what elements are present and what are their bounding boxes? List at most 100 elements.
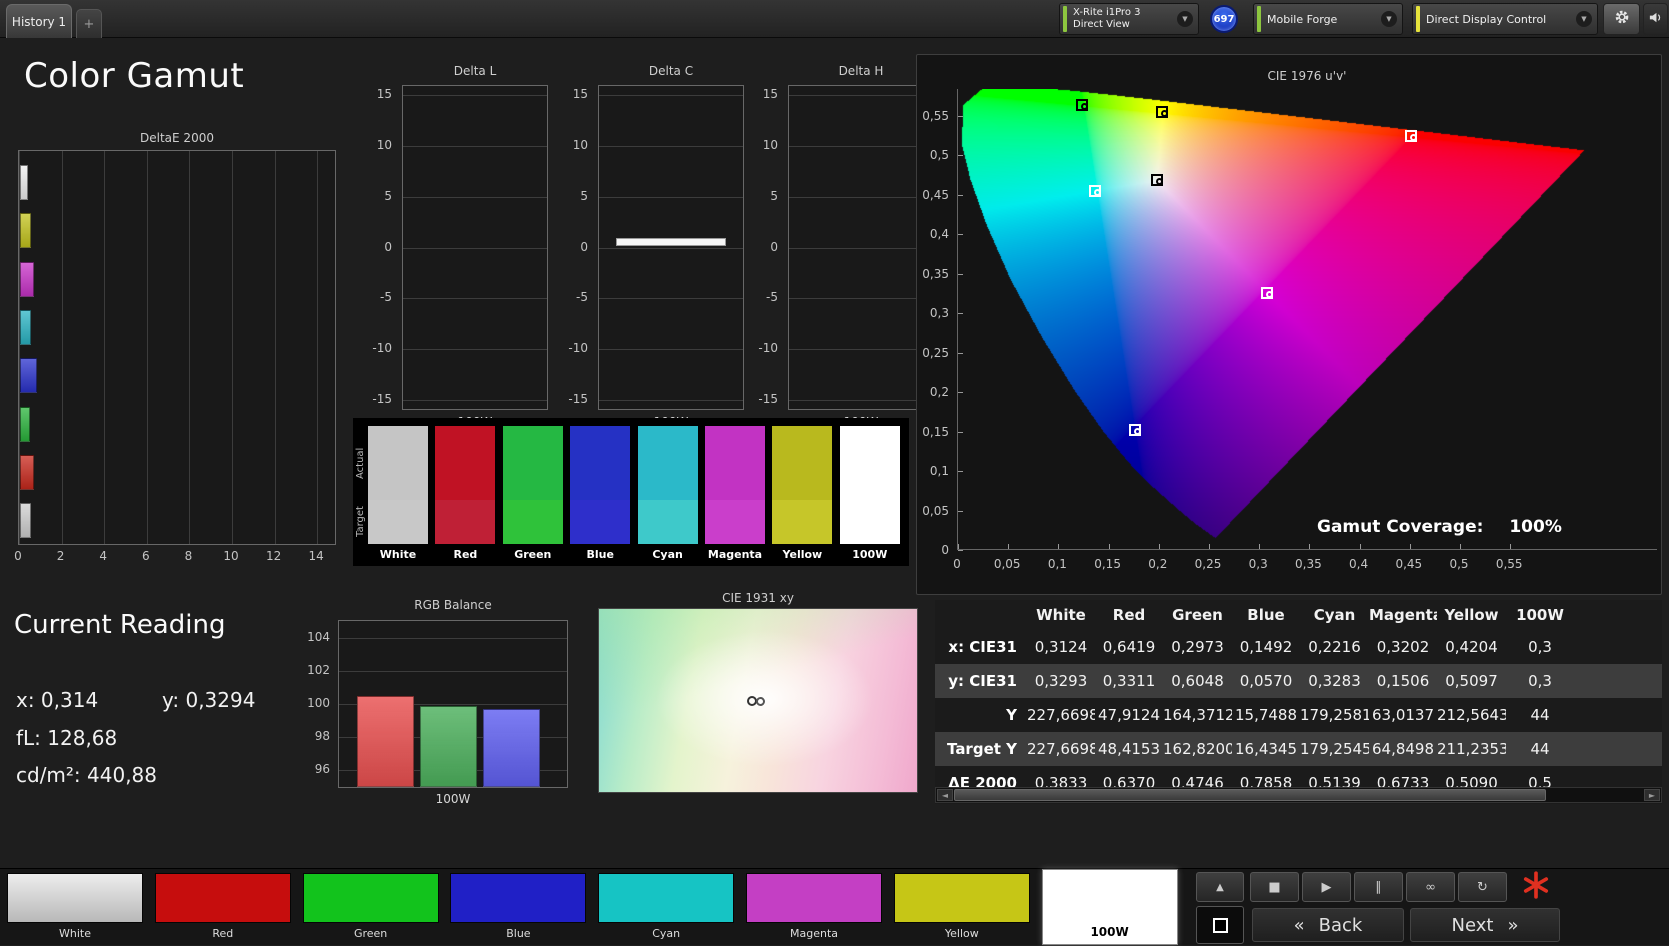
delta-measure-bar bbox=[616, 238, 726, 247]
table-row: Target Y 227,6698 48,4153 162,8200 16,4345 17… bbox=[935, 732, 1662, 766]
axis-tick-label: 96 bbox=[314, 762, 330, 777]
swatch-label: White bbox=[379, 548, 417, 561]
table-cell: 64,8498 bbox=[1371, 740, 1435, 758]
refresh-icon: ↻ bbox=[1477, 879, 1488, 895]
table-cell: 0,6048 bbox=[1171, 672, 1224, 690]
speaker-button[interactable] bbox=[1643, 3, 1668, 35]
gamut-actual-marker-magenta bbox=[1265, 291, 1273, 298]
gamut-actual-marker-cyan bbox=[1093, 188, 1101, 196]
tick-mark bbox=[958, 273, 963, 275]
play-button[interactable]: ▶ bbox=[1302, 872, 1351, 902]
tick-mark bbox=[958, 234, 963, 235]
rgb-bar-red bbox=[357, 695, 414, 787]
table-row-label: y: CIE31 bbox=[948, 672, 1017, 690]
plus-icon: + bbox=[83, 16, 95, 32]
axis-tick-label: 0 bbox=[953, 557, 961, 571]
history-tab[interactable]: History 1 bbox=[6, 4, 72, 38]
swatch-column-green: Green bbox=[502, 418, 563, 566]
cie1976-title: CIE 1976 u'v' bbox=[1267, 69, 1347, 83]
display-control-dropdown[interactable]: Direct Display Control ▼ bbox=[1412, 3, 1598, 35]
chevron-down-icon[interactable]: ▼ bbox=[1381, 11, 1397, 27]
add-history-tab-button[interactable]: + bbox=[76, 9, 102, 38]
rgb-bar-blue bbox=[483, 708, 540, 787]
cie1931-chart bbox=[598, 608, 918, 793]
target-swatch bbox=[839, 500, 900, 544]
table-header-cell: Cyan bbox=[1313, 606, 1356, 624]
tick-mark bbox=[1158, 544, 1160, 549]
table-header-cell: Yellow bbox=[1444, 606, 1499, 624]
axis-tick-label: 6 bbox=[141, 549, 150, 563]
swatch-column-red: Red bbox=[435, 418, 496, 566]
table-cell: 0,6419 bbox=[1102, 638, 1156, 656]
loop-button[interactable]: ∞ bbox=[1406, 872, 1455, 902]
scrollbar-thumb[interactable] bbox=[954, 789, 1546, 801]
axis-tick-label: 5 bbox=[770, 188, 778, 203]
gridline bbox=[599, 298, 743, 300]
source-dropdown[interactable]: Mobile Forge ▼ bbox=[1253, 3, 1403, 35]
tick-mark bbox=[958, 544, 959, 549]
delta-l-y-axis: 15 10 5 0 -5 -10 -15 bbox=[360, 85, 396, 410]
actual-swatch bbox=[705, 426, 765, 500]
axis-tick-label: 10 bbox=[762, 137, 778, 152]
meter-dropdown-label: X-Rite i1Pro 3 Direct View bbox=[1073, 7, 1177, 31]
cie1976-markers bbox=[958, 89, 1658, 550]
delta-c-title: Delta C bbox=[648, 64, 694, 78]
axis-tick-label: 0,1 bbox=[929, 464, 949, 478]
scroll-left-button[interactable]: ◄ bbox=[937, 789, 953, 801]
back-button-label: Back bbox=[1318, 914, 1363, 936]
next-button[interactable]: Next » bbox=[1410, 908, 1560, 942]
tick-mark bbox=[1008, 544, 1010, 549]
table-row-label: Target Y bbox=[947, 740, 1017, 758]
back-button[interactable]: « Back bbox=[1252, 908, 1404, 942]
chevron-down-icon[interactable]: ▼ bbox=[1177, 11, 1193, 27]
actual-swatch bbox=[570, 426, 631, 500]
meter-count-badge: 697 bbox=[1210, 5, 1238, 33]
table-cell: 227,6698 bbox=[1027, 706, 1095, 724]
target-swatch bbox=[705, 500, 765, 544]
table-cell: 63,0137 bbox=[1371, 706, 1435, 724]
meter-dropdown[interactable]: X-Rite i1Pro 3 Direct View ▼ bbox=[1059, 3, 1199, 35]
axis-tick-label: 0,25 bbox=[922, 345, 949, 360]
gridline bbox=[789, 196, 933, 198]
axis-tick-label: 10 bbox=[572, 137, 588, 152]
gridline bbox=[104, 151, 106, 544]
tick-mark bbox=[1058, 544, 1060, 549]
tick-mark bbox=[1460, 544, 1461, 549]
chevron-down-icon[interactable]: ▼ bbox=[1576, 11, 1592, 27]
table-cell: 48,4153 bbox=[1097, 740, 1161, 758]
axis-tick-label: 10 bbox=[376, 137, 392, 152]
pause-button[interactable]: ∥ bbox=[1354, 872, 1403, 902]
axis-tick-label: 0,55 bbox=[922, 108, 949, 123]
gridline bbox=[599, 196, 743, 198]
pattern-window-button[interactable] bbox=[1196, 906, 1244, 944]
deltae-bar-cyan bbox=[20, 309, 31, 345]
table-scrollbar[interactable]: ◄ ► bbox=[935, 787, 1662, 803]
table-cell: 0,2973 bbox=[1171, 638, 1224, 656]
stop-button[interactable]: ■ bbox=[1250, 872, 1299, 902]
swatch-label: Green bbox=[514, 548, 552, 561]
app-root: History 1 + X-Rite i1Pro 3 Direct View ▼… bbox=[0, 0, 1669, 945]
swatch-label: Blue bbox=[586, 548, 614, 561]
settings-button[interactable] bbox=[1603, 3, 1640, 35]
gridline bbox=[789, 95, 933, 97]
gridline bbox=[403, 95, 547, 97]
gamut-actual-marker-white bbox=[1155, 178, 1163, 186]
axis-tick-label: 0,1 bbox=[1047, 557, 1067, 571]
swatch-column-white: White bbox=[368, 418, 428, 566]
axis-tick-label: 0,5 bbox=[1449, 557, 1469, 571]
table-cell: 162,8200 bbox=[1163, 740, 1232, 758]
tick-mark bbox=[958, 155, 963, 156]
table-header-cell: Magenta bbox=[1369, 606, 1437, 624]
table-cell: 0,2216 bbox=[1308, 638, 1361, 656]
gridline bbox=[403, 399, 547, 401]
xy-marker bbox=[756, 697, 766, 706]
table-header-cell: Green bbox=[1172, 606, 1223, 624]
axis-tick-label: -15 bbox=[372, 391, 392, 406]
measurement-table: White Red Green Blue Cyan Magenta Yellow 100W x:… bbox=[935, 600, 1662, 800]
display-dropdown-label: Direct Display Control bbox=[1426, 12, 1547, 26]
refresh-button[interactable]: ↻ bbox=[1458, 872, 1507, 902]
gridline bbox=[403, 349, 547, 351]
delta-c-y-axis: 15 10 5 0 -5 -10 -15 bbox=[556, 85, 592, 410]
table-cell: 0,4204 bbox=[1445, 638, 1498, 656]
scroll-right-button[interactable]: ► bbox=[1644, 789, 1660, 801]
